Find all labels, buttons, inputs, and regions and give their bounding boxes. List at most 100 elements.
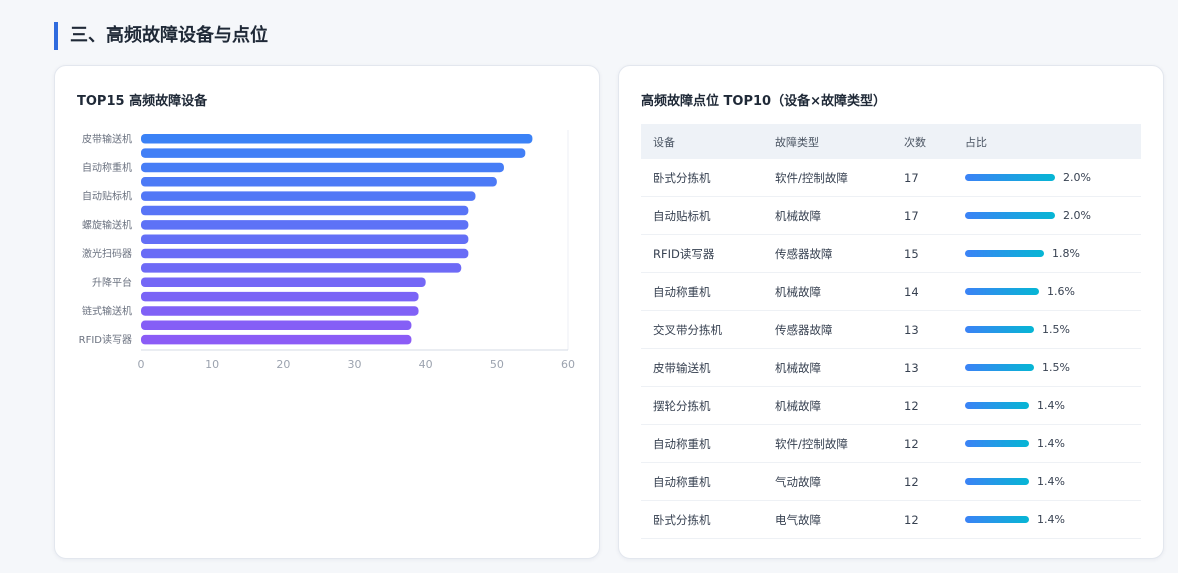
- bar: [141, 291, 419, 302]
- cell-pct: 1.4%: [953, 386, 1141, 425]
- x-tick-label: 0: [138, 358, 145, 371]
- cell-device: 交叉带分拣机: [641, 310, 763, 349]
- cell-pct: 1.5%: [953, 310, 1141, 349]
- bar: [141, 320, 412, 331]
- pct-bar: [965, 364, 1034, 371]
- cell-device: 自动称重机: [641, 272, 763, 311]
- table-row: 卧式分拣机 电气故障 12 1.4%: [641, 500, 1141, 539]
- cell-fault-type: 传感器故障: [763, 310, 892, 349]
- pct-text: 1.5%: [1042, 361, 1070, 374]
- cell-pct: 1.5%: [953, 348, 1141, 387]
- cell-fault-type: 软件/控制故障: [763, 424, 892, 463]
- bar: [141, 134, 533, 144]
- cell-count: 12: [892, 386, 953, 425]
- cell-count: 12: [892, 500, 953, 539]
- bar: [141, 263, 462, 273]
- bar: [141, 205, 469, 216]
- cell-pct: 2.0%: [953, 159, 1141, 197]
- top10-table: 设备 故障类型 次数 占比 卧式分拣机 软件/控制故障 17 2.0% 自动贴标机 机械故…: [641, 124, 1141, 539]
- x-tick-label: 60: [561, 358, 575, 371]
- pct-text: 2.0%: [1063, 171, 1091, 184]
- col-header-pct: 占比: [965, 135, 987, 149]
- col-header-type: 故障类型: [775, 135, 819, 149]
- pct-text: 1.5%: [1042, 323, 1070, 336]
- top15-devices-card: TOP15 高频故障设备 皮带输送机 自动称重机 自动贴标机 螺旋输送机 激光扫码器 升降…: [54, 65, 600, 559]
- cell-count: 17: [892, 196, 953, 235]
- x-tick-label: 40: [419, 358, 433, 371]
- table-row: 交叉带分拣机 传感器故障 13 1.5%: [641, 310, 1141, 349]
- cell-fault-type: 机械故障: [763, 196, 892, 235]
- bar: [141, 277, 426, 287]
- col-header-device: 设备: [653, 135, 675, 149]
- cell-device: 自动称重机: [641, 424, 763, 463]
- cell-pct: 1.4%: [953, 462, 1141, 501]
- table-row: 卧式分拣机 软件/控制故障 17 2.0%: [641, 159, 1141, 197]
- top15-bar-chart: 皮带输送机自动称重机自动贴标机螺旋输送机激光扫码器升降平台链式输送机 RFID读写…: [79, 130, 575, 371]
- table-row: 自动称重机 气动故障 12 1.4%: [641, 462, 1141, 501]
- cell-count: 17: [892, 159, 953, 197]
- cell-pct: 1.6%: [953, 272, 1141, 311]
- x-tick-label: 50: [490, 358, 504, 371]
- cell-count: 12: [892, 424, 953, 463]
- pct-text: 1.4%: [1037, 437, 1065, 450]
- cell-device: 摆轮分拣机: [641, 386, 763, 425]
- cell-device: 卧式分拣机: [641, 159, 763, 197]
- cell-pct: 2.0%: [953, 196, 1141, 235]
- table-row: 摆轮分拣机 机械故障 12 1.4%: [641, 386, 1141, 425]
- bar: [141, 191, 476, 201]
- pct-bar: [965, 174, 1055, 181]
- pct-bar: [965, 402, 1029, 409]
- cell-device: 自动贴标机: [641, 196, 763, 235]
- bar: [141, 306, 419, 316]
- cell-fault-type: 传感器故障: [763, 234, 892, 273]
- bar: [141, 177, 497, 187]
- pct-bar: [965, 288, 1039, 295]
- cell-count: 14: [892, 272, 953, 311]
- pct-text: 1.6%: [1047, 285, 1075, 298]
- y-tick-label: 激光扫码器: [82, 247, 132, 260]
- pct-text: 1.8%: [1052, 247, 1080, 260]
- pct-text: 1.4%: [1037, 513, 1065, 526]
- table-row: 自动称重机 软件/控制故障 12 1.4%: [641, 424, 1141, 463]
- cell-fault-type: 气动故障: [763, 462, 892, 501]
- bar: [141, 248, 469, 259]
- y-tick-label: 升降平台: [92, 276, 132, 289]
- table-row: 皮带输送机 机械故障 13 1.5%: [641, 348, 1141, 387]
- pct-bar: [965, 212, 1055, 219]
- pct-text: 1.4%: [1037, 399, 1065, 412]
- cell-pct: 1.4%: [953, 424, 1141, 463]
- cell-fault-type: 电气故障: [763, 500, 892, 539]
- col-header-count: 次数: [904, 135, 926, 149]
- cell-pct: 1.4%: [953, 500, 1141, 539]
- cell-device: 皮带输送机: [641, 348, 763, 387]
- pct-bar: [965, 250, 1044, 257]
- y-tick-label: 螺旋输送机: [82, 218, 132, 231]
- table-row: RFID读写器 传感器故障 15 1.8%: [641, 234, 1141, 273]
- pct-bar: [965, 440, 1029, 447]
- bar: [141, 334, 412, 345]
- bar: [141, 162, 504, 173]
- top10-points-card: 高频故障点位 TOP10（设备×故障类型） 设备 故障类型 次数 占比 卧式分拣…: [618, 65, 1164, 559]
- cell-pct: 1.8%: [953, 234, 1141, 273]
- pct-bar: [965, 478, 1029, 485]
- cell-device: RFID读写器: [641, 234, 763, 273]
- y-tick-label: RFID读写器: [79, 333, 132, 346]
- cell-device: 自动称重机: [641, 462, 763, 501]
- cell-fault-type: 机械故障: [763, 348, 892, 387]
- cell-count: 12: [892, 462, 953, 501]
- cell-count: 13: [892, 348, 953, 387]
- y-tick-label: 自动称重机: [82, 161, 132, 174]
- y-tick-label: 皮带输送机: [82, 132, 132, 145]
- x-tick-label: 10: [205, 358, 219, 371]
- pct-text: 2.0%: [1063, 209, 1091, 222]
- cell-count: 13: [892, 310, 953, 349]
- y-tick-label: 链式输送机: [82, 304, 132, 317]
- cell-fault-type: 机械故障: [763, 386, 892, 425]
- cell-count: 15: [892, 234, 953, 273]
- bar: [141, 234, 469, 244]
- cell-fault-type: 机械故障: [763, 272, 892, 311]
- pct-bar: [965, 326, 1034, 333]
- pct-bar: [965, 516, 1029, 523]
- table-header-row: 设备 故障类型 次数 占比: [641, 124, 1141, 159]
- section-title: 三、高频故障设备与点位: [54, 22, 268, 50]
